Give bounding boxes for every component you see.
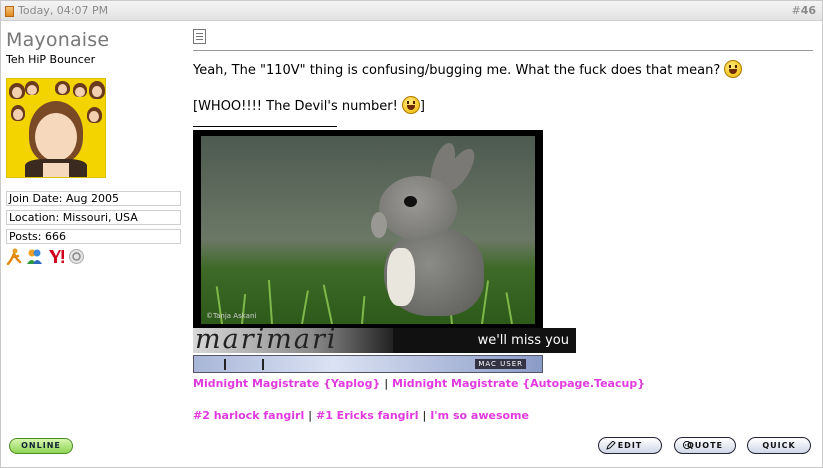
quote-button[interactable]: QUOTE xyxy=(674,437,736,454)
aim-icon[interactable] xyxy=(6,248,23,266)
post-header: Today, 04:07 PM #46 xyxy=(1,1,822,21)
signature-divider xyxy=(193,126,337,127)
bunny-photo: ©Tanja Askani xyxy=(201,136,535,324)
signature-link-awesome[interactable]: I'm so awesome xyxy=(430,409,529,422)
post-number: 46 xyxy=(800,4,816,17)
message-text-1: Yeah, The "110V" thing is confusing/bugg… xyxy=(193,63,721,78)
message-text-2: [WHOO!!!! The Devil's number! xyxy=(193,99,398,114)
quick-reply-button-label: QUICK xyxy=(762,441,796,450)
location: Location: Missouri, USA xyxy=(6,210,181,225)
mac-user-banner: MAC USER xyxy=(193,355,543,373)
post-hash: # xyxy=(791,4,801,17)
signature-miss-text: we'll miss you xyxy=(477,333,569,348)
message-text-2-close: ] xyxy=(419,99,425,114)
quote-button-label: QUOTE xyxy=(686,441,724,450)
message-line-1: Yeah, The "110V" thing is confusing/bugg… xyxy=(193,60,743,78)
user-title: Teh HiP Bouncer xyxy=(6,53,96,66)
signature-link-ericks[interactable]: #1 Ericks fangirl xyxy=(316,409,419,422)
avatar xyxy=(6,78,106,178)
signature-link-yaplog[interactable]: Midnight Magistrate {Yaplog} xyxy=(193,377,380,390)
username-link[interactable]: Mayonaise xyxy=(6,29,182,52)
signature-links-row-2: #2 harlock fangirl | #1 Ericks fangirl | I'm… xyxy=(193,409,529,422)
signature-links-row-1: Midnight Magistrate {Yaplog} | Midnight Ma… xyxy=(193,377,646,390)
signature-link-harlock[interactable]: #2 harlock fangirl xyxy=(193,409,304,422)
post-status-icon xyxy=(5,6,14,17)
yahoo-icon[interactable] xyxy=(48,248,65,265)
post-date: Today, 04:07 PM xyxy=(18,4,109,17)
skype-icon[interactable] xyxy=(68,248,85,265)
post-document-icon xyxy=(193,29,206,44)
signature-text-banner: marimari we'll miss you xyxy=(193,328,576,353)
signature-script-text: marimari xyxy=(195,328,338,353)
laughing-smiley-icon xyxy=(401,96,420,114)
msn-icon[interactable] xyxy=(26,248,43,265)
online-status-badge: ONLINE xyxy=(9,438,73,454)
post-number-link[interactable]: #46 xyxy=(791,4,816,17)
edit-button-label: EDIT xyxy=(617,441,643,450)
photo-credit: ©Tanja Askani xyxy=(206,312,257,320)
signature-banner-image: ©Tanja Askani xyxy=(193,130,543,328)
signature-link-teacup[interactable]: Midnight Magistrate {Autopage.Teacup} xyxy=(392,377,645,390)
message-line-2: [WHOO!!!! The Devil's number!] xyxy=(193,96,425,114)
join-date: Join Date: Aug 2005 xyxy=(6,191,181,206)
forum-post: Today, 04:07 PM #46 Mayonaise Teh HiP Bo… xyxy=(0,0,823,468)
laughing-smiley-icon xyxy=(724,60,743,78)
quick-reply-button[interactable]: QUICK xyxy=(747,437,811,454)
post-count: Posts: 666 xyxy=(6,229,181,244)
edit-button[interactable]: EDIT xyxy=(598,437,662,454)
mac-user-label: MAC USER xyxy=(475,359,526,369)
title-divider xyxy=(193,50,813,51)
user-panel: Mayonaise Teh HiP Bouncer Join Date: Aug… xyxy=(6,29,182,266)
